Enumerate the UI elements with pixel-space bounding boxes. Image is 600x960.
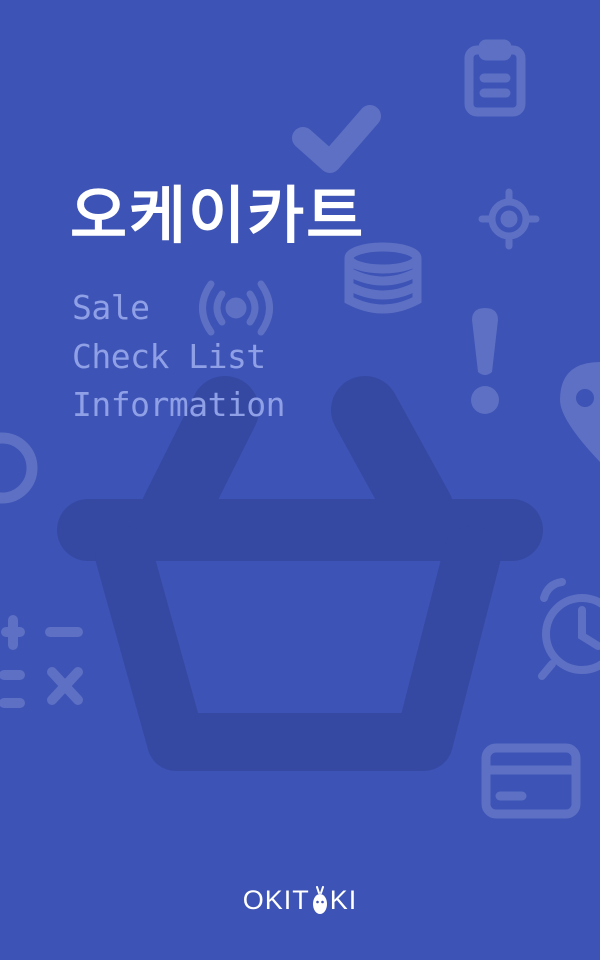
shopping-basket-icon [57,376,543,771]
credit-card-icon [481,743,581,819]
brand-logo: OKIT KI [0,880,600,920]
background-icons [0,39,600,819]
brand-wordmark: OKIT KI [243,880,358,920]
app-title: 오케이카트 [70,179,366,252]
splash-screen: 오케이카트 Sale Check List Information OKIT K… [0,0,600,960]
feature-list: Sale Check List Information [72,284,286,430]
feature-sale: Sale [72,288,150,327]
alarm-clock-icon [538,578,600,680]
brand-text-end: KI [329,885,358,915]
brand-text-start: OKIT [242,885,310,915]
target-icon [478,188,540,250]
feature-check-list: Check List [72,336,266,376]
circle-icon [0,432,38,504]
check-icon [292,105,381,173]
feature-information: Information [72,385,286,424]
calculator-icon [0,615,83,708]
location-pin-icon [560,362,600,462]
clipboard-icon [464,39,526,117]
coins-icon [344,242,422,314]
exclamation-icon [471,308,499,414]
carrot-icon [312,886,327,914]
